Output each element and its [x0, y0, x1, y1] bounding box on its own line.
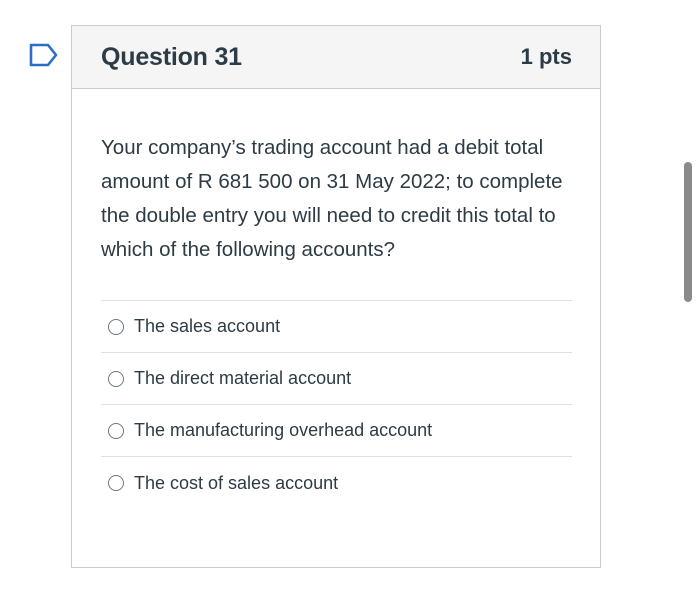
answer-option[interactable]: The direct material account	[101, 353, 572, 405]
radio-button[interactable]	[108, 475, 124, 491]
quiz-page: Question 31 1 pts Your company’s trading…	[0, 0, 700, 609]
question-card: Question 31 1 pts Your company’s trading…	[71, 25, 601, 568]
radio-button[interactable]	[108, 370, 124, 387]
answer-option[interactable]: The manufacturing overhead account	[101, 405, 572, 457]
answer-label: The cost of sales account	[134, 472, 339, 493]
question-text: Your company’s trading account had a deb…	[101, 136, 563, 261]
question-body: Your company’s trading account had a deb…	[72, 89, 600, 509]
answer-option[interactable]: The sales account	[101, 301, 572, 353]
answer-label: The direct material account	[134, 368, 352, 388]
radio-button[interactable]	[108, 422, 124, 439]
answer-label: The sales account	[134, 316, 281, 336]
question-header: Question 31 1 pts	[72, 26, 600, 89]
question-points: 1 pts	[520, 44, 572, 69]
answer-list: The sales account The direct material ac…	[101, 300, 572, 509]
answer-option[interactable]: The cost of sales account	[101, 457, 572, 509]
question-title: Question 31	[101, 42, 242, 71]
answer-label: The manufacturing overhead account	[134, 420, 433, 440]
radio-button[interactable]	[108, 318, 124, 335]
scrollbar-thumb[interactable]	[684, 162, 692, 302]
bookmark-flag-icon[interactable]	[28, 42, 60, 68]
